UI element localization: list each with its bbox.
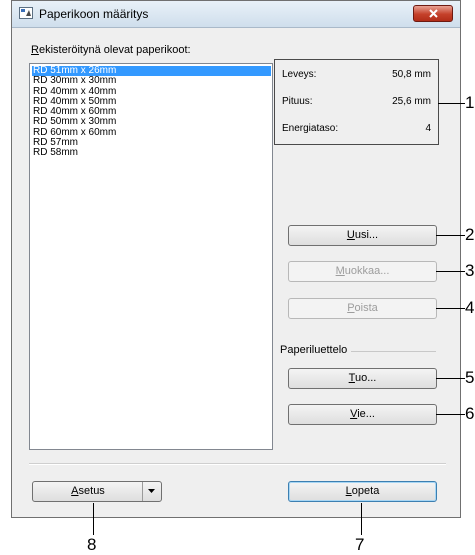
group-divider bbox=[350, 351, 436, 352]
close-icon bbox=[429, 9, 438, 18]
callout-line-2 bbox=[436, 235, 465, 236]
callout-line-4 bbox=[436, 308, 465, 309]
callout-3: 3 bbox=[465, 261, 475, 280]
callout-6: 6 bbox=[465, 404, 475, 423]
title-bar[interactable]: Paperikoon määritys bbox=[12, 1, 460, 28]
close-dialog-button[interactable]: Lopeta bbox=[288, 481, 437, 502]
window-title: Paperikoon määritys bbox=[39, 7, 149, 21]
paper-info-panel: Leveys: 50,8 mm Pituus: 25,6 mm Energiat… bbox=[274, 59, 439, 145]
callout-line-7 bbox=[361, 503, 362, 535]
callout-1: 1 bbox=[465, 93, 475, 112]
import-button[interactable]: Tuo... bbox=[288, 368, 437, 389]
callout-line-8 bbox=[93, 503, 94, 535]
callout-line-5 bbox=[436, 378, 465, 379]
settings-dropdown-arrow[interactable] bbox=[142, 482, 161, 501]
delete-button[interactable]: Poista bbox=[288, 298, 437, 319]
chevron-down-icon bbox=[148, 489, 155, 493]
callout-7: 7 bbox=[355, 535, 365, 554]
energy-value: 4 bbox=[425, 123, 431, 134]
length-label: Pituus: bbox=[282, 96, 313, 107]
paper-size-setup-dialog: Paperikoon määritys Rekisteröitynä oleva… bbox=[11, 0, 461, 518]
app-icon bbox=[19, 7, 33, 19]
close-window-button[interactable] bbox=[413, 5, 453, 22]
footer-separator bbox=[29, 463, 446, 465]
callout-5: 5 bbox=[465, 368, 475, 387]
export-button[interactable]: Vie... bbox=[288, 404, 437, 425]
energy-label: Energiataso: bbox=[282, 123, 339, 134]
callout-line-6 bbox=[436, 414, 465, 415]
length-value: 25,6 mm bbox=[392, 96, 431, 107]
paper-list-group-label: Paperiluettelo bbox=[280, 344, 352, 356]
callout-8: 8 bbox=[87, 535, 97, 554]
width-label: Leveys: bbox=[282, 69, 317, 80]
edit-button[interactable]: Muokkaa... bbox=[288, 261, 437, 282]
registered-sizes-label: Rekisteröitynä olevat paperikoot: bbox=[31, 44, 191, 56]
settings-split-button[interactable]: Asetus bbox=[32, 481, 162, 502]
callout-line-1 bbox=[438, 103, 465, 104]
width-value: 50,8 mm bbox=[392, 69, 431, 80]
callout-line-3 bbox=[436, 271, 465, 272]
list-item[interactable]: RD 58mm bbox=[32, 148, 271, 159]
callout-4: 4 bbox=[465, 298, 475, 317]
paper-size-list[interactable]: RD 51mm x 26mm RD 30mm x 30mm RD 40mm x 40… bbox=[29, 63, 273, 450]
callout-2: 2 bbox=[465, 225, 475, 244]
new-button[interactable]: Uusi... bbox=[288, 225, 437, 246]
